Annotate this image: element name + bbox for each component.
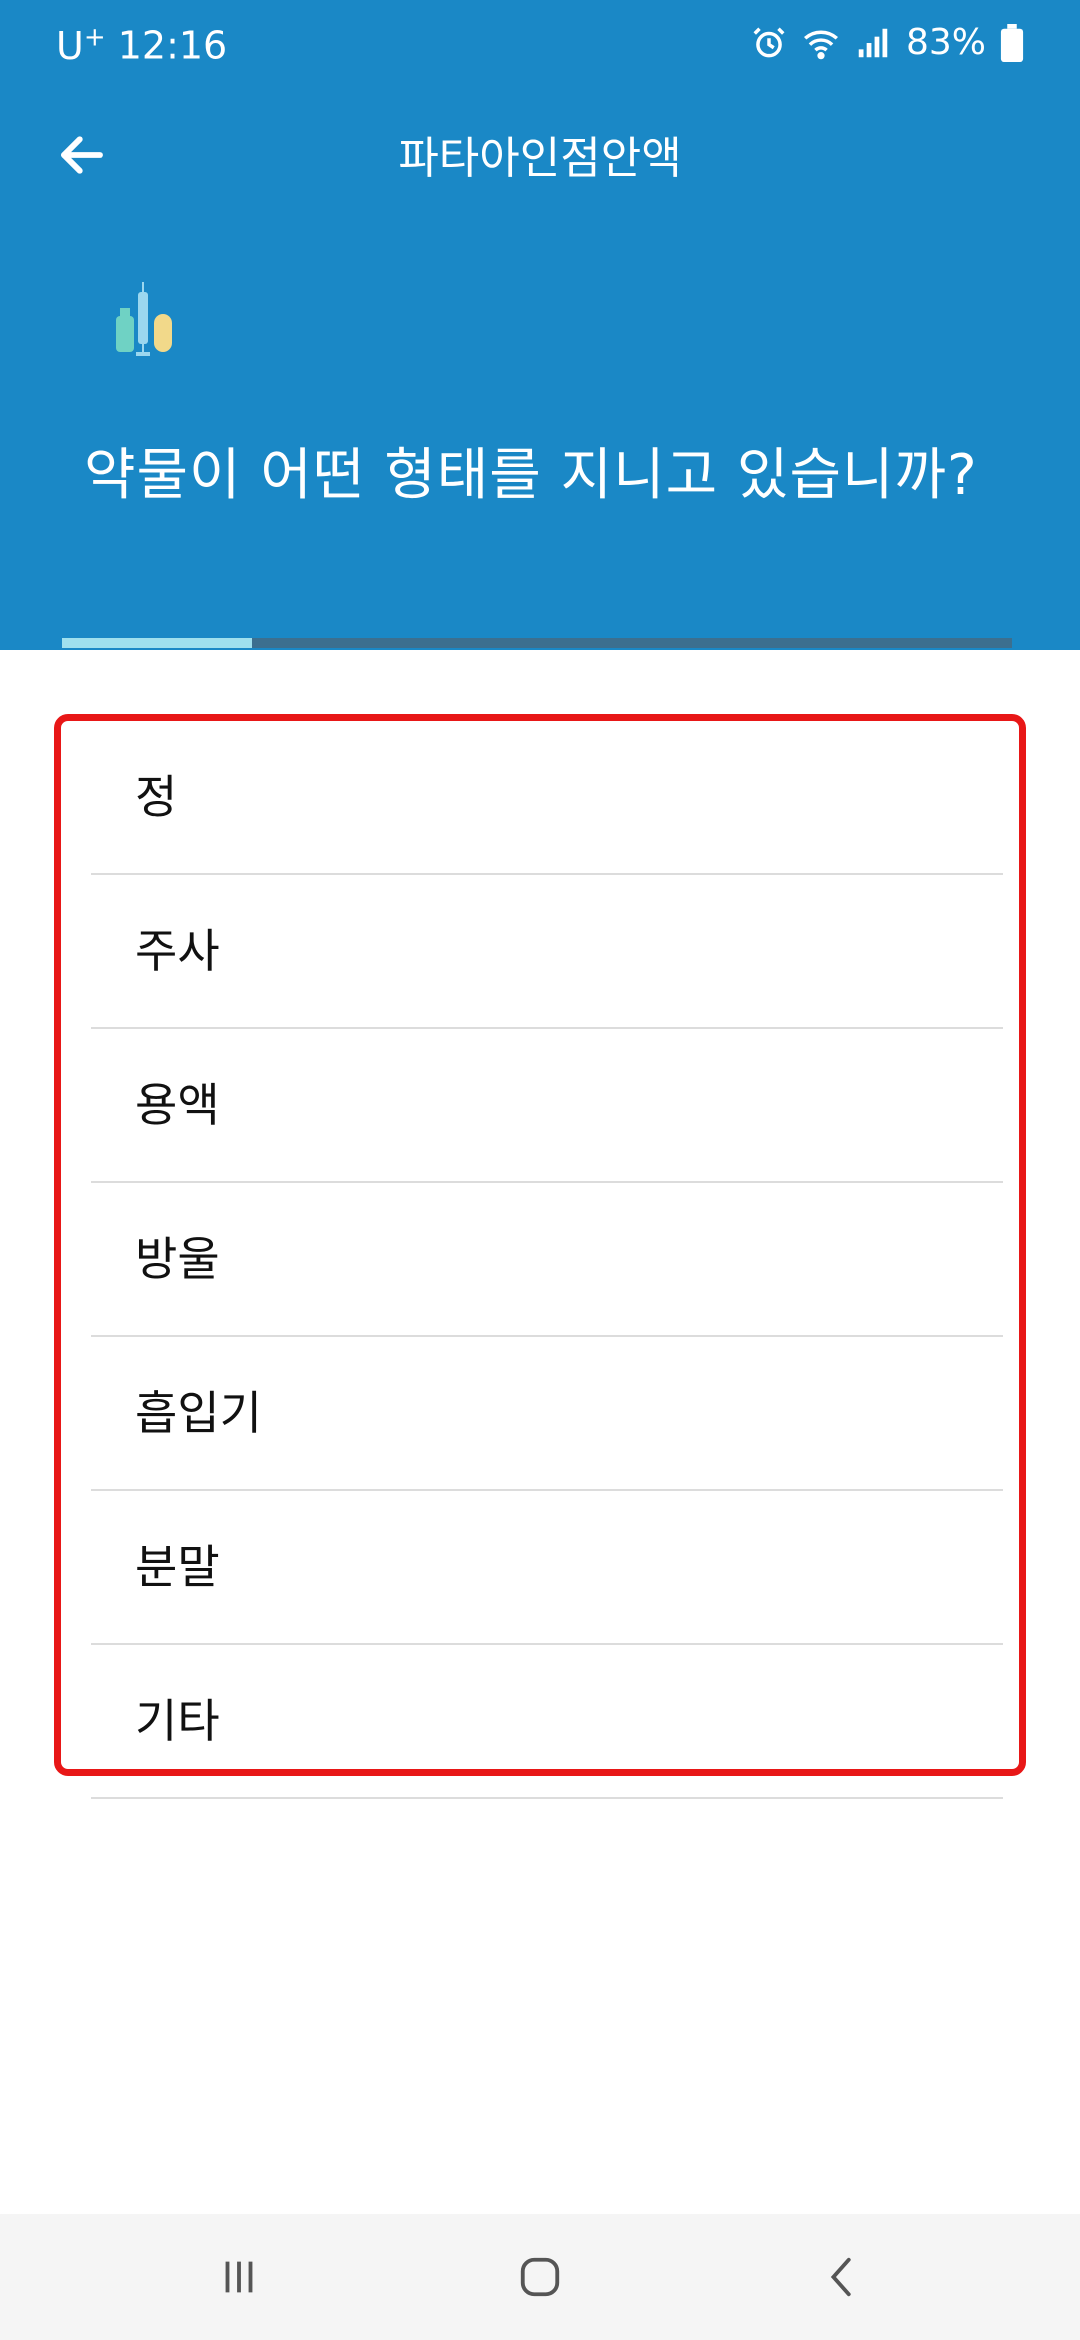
carrier: U+ bbox=[56, 22, 106, 68]
home-icon bbox=[520, 2257, 560, 2297]
progress-fill bbox=[62, 638, 252, 648]
header: U+ 12:16 83% 파타아인점안액 약물이 어떤 형태를 지니고 있습니까… bbox=[0, 0, 1080, 650]
toolbar: 파타아인점안액 bbox=[0, 100, 1080, 210]
option-label: 기타 bbox=[135, 1694, 220, 1748]
nav-back-button[interactable] bbox=[808, 2242, 878, 2312]
option-powder[interactable]: 분말 bbox=[91, 1491, 1003, 1645]
options-list: 정 주사 용액 방울 흡입기 분말 기타 bbox=[54, 714, 1026, 1799]
battery-icon bbox=[1000, 23, 1024, 62]
clock: 12:16 bbox=[117, 23, 228, 68]
option-label: 분말 bbox=[135, 1540, 220, 1594]
status-bar: U+ 12:16 83% bbox=[0, 0, 1080, 96]
navigation-bar bbox=[0, 2214, 1080, 2340]
battery-percent: 83% bbox=[905, 22, 986, 63]
option-label: 용액 bbox=[135, 1078, 220, 1132]
option-solution[interactable]: 용액 bbox=[91, 1029, 1003, 1183]
wifi-icon bbox=[803, 30, 838, 59]
option-label: 방울 bbox=[135, 1232, 220, 1286]
home-button[interactable] bbox=[505, 2242, 575, 2312]
option-tablet[interactable]: 정 bbox=[91, 721, 1003, 875]
recent-apps-button[interactable] bbox=[204, 2242, 274, 2312]
medicine-bottles-icon bbox=[116, 282, 172, 356]
signal-icon bbox=[858, 28, 888, 57]
recent-apps-icon bbox=[225, 2261, 253, 2293]
option-label: 주사 bbox=[135, 924, 220, 978]
option-other[interactable]: 기타 bbox=[91, 1645, 1003, 1799]
status-left: U+ 12:16 bbox=[56, 22, 227, 68]
question-title: 약물이 어떤 형태를 지니고 있습니까? bbox=[84, 443, 978, 508]
option-label: 흡입기 bbox=[135, 1386, 262, 1440]
option-injection[interactable]: 주사 bbox=[91, 875, 1003, 1029]
option-label: 정 bbox=[135, 770, 178, 824]
option-drops[interactable]: 방울 bbox=[91, 1183, 1003, 1337]
alarm-icon bbox=[753, 27, 785, 57]
toolbar-title: 파타아인점안액 bbox=[398, 133, 682, 184]
progress-bar bbox=[62, 638, 1012, 648]
status-right: 83% bbox=[750, 22, 1024, 63]
back-icon bbox=[830, 2257, 851, 2297]
option-inhaler[interactable]: 흡입기 bbox=[91, 1337, 1003, 1491]
